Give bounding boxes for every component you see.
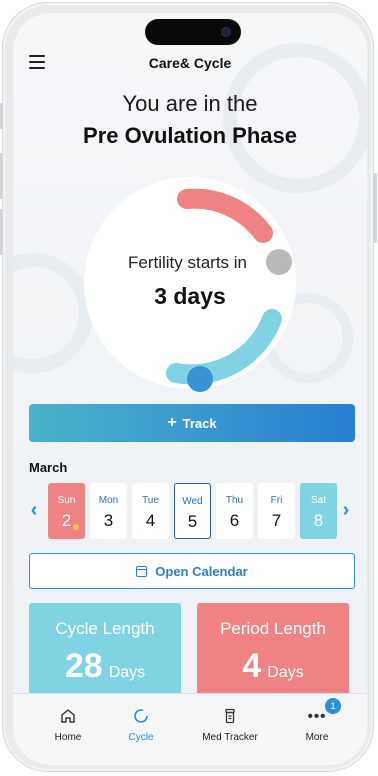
month-label: March — [29, 460, 68, 475]
day-name: Sat — [310, 495, 326, 506]
cycle-icon — [101, 708, 181, 728]
tab-label: Home — [54, 732, 82, 743]
more-dots-icon: ••• — [307, 708, 327, 725]
day-number: 2 — [61, 511, 72, 530]
day-name: Fri — [270, 495, 283, 506]
tab-label: Cycle — [128, 732, 154, 743]
phone-frame: Care& Cycle You are in the Pre Ovulation… — [0, 2, 377, 772]
fertility-indicator-dot — [266, 249, 292, 275]
cycle-length-title: Cycle Length — [55, 619, 155, 638]
star-icon — [73, 524, 79, 530]
day-mon[interactable]: Mon 3 — [90, 483, 127, 539]
cycle-length-unit: Days — [108, 664, 146, 681]
track-label: Track — [182, 415, 217, 431]
cycle-length-card[interactable]: Cycle Length 28 Days — [29, 603, 181, 703]
notification-badge: 1 — [325, 698, 341, 714]
plus-icon: + — [167, 414, 177, 431]
day-name: Thu — [225, 495, 244, 506]
cycle-length-value: 28 — [64, 647, 103, 685]
period-length-value: 4 — [242, 647, 262, 685]
tab-home[interactable]: Home — [28, 708, 108, 743]
open-calendar-button[interactable]: Open Calendar — [29, 553, 355, 589]
app-screen: Care& Cycle You are in the Pre Ovulation… — [13, 13, 367, 765]
camera-icon — [221, 27, 231, 37]
app-title: Care& Cycle — [148, 55, 232, 71]
day-sun[interactable]: Sun 2 — [48, 483, 85, 539]
phase-name: Pre Ovulation Phase — [83, 123, 297, 148]
bottom-tab-bar: Home Cycle Med Tracker ••• 1 More — [13, 693, 367, 765]
day-thu[interactable]: Thu 6 — [216, 483, 253, 539]
tab-more[interactable]: ••• 1 More — [277, 698, 357, 743]
period-length-title: Period Length — [220, 619, 326, 638]
today-marker — [187, 366, 213, 392]
day-number: 3 — [103, 511, 114, 530]
day-wed[interactable]: Wed 5 — [174, 483, 211, 539]
day-name: Tue — [142, 495, 159, 506]
day-fri[interactable]: Fri 7 — [258, 483, 295, 539]
day-tue[interactable]: Tue 4 — [132, 483, 169, 539]
day-number: 7 — [271, 511, 282, 530]
day-name: Wed — [182, 496, 203, 507]
day-name: Mon — [98, 495, 119, 506]
mute-switch — [0, 103, 3, 129]
track-button[interactable]: + Track — [29, 404, 355, 442]
dynamic-island — [145, 19, 241, 45]
tab-label: More — [305, 732, 329, 743]
period-length-card[interactable]: Period Length 4 Days — [197, 603, 349, 703]
pill-bottle-icon — [190, 708, 270, 728]
tab-label: Med Tracker — [202, 732, 258, 743]
week-strip: ‹ Sun 2 Mon 3 Tue 4 Wed 5 Thu 6 Fri 7 Sa… — [27, 483, 353, 541]
phase-intro: You are in the — [122, 91, 258, 116]
day-number: 5 — [187, 512, 198, 531]
day-sat[interactable]: Sat 8 — [300, 483, 337, 539]
day-name: Sun — [57, 495, 76, 506]
cycle-ring: Fertility starts in 3 days — [70, 171, 310, 399]
day-number: 4 — [145, 511, 156, 530]
tab-med-tracker[interactable]: Med Tracker — [190, 708, 270, 743]
volume-up-button — [0, 153, 3, 199]
top-bar: Care& Cycle — [13, 51, 367, 75]
chevron-left-icon[interactable]: ‹ — [27, 500, 41, 520]
tab-cycle[interactable]: Cycle — [101, 708, 181, 743]
day-number: 6 — [229, 511, 240, 530]
fertility-label: Fertility starts in — [128, 253, 248, 272]
power-button — [373, 173, 377, 243]
volume-down-button — [0, 209, 3, 255]
fertility-days: 3 days — [154, 283, 226, 309]
day-number: 8 — [313, 511, 324, 530]
period-length-unit: Days — [267, 664, 304, 681]
chevron-right-icon[interactable]: › — [339, 500, 353, 520]
calendar-icon — [136, 565, 148, 577]
home-icon — [28, 708, 108, 728]
open-calendar-label: Open Calendar — [155, 563, 248, 579]
